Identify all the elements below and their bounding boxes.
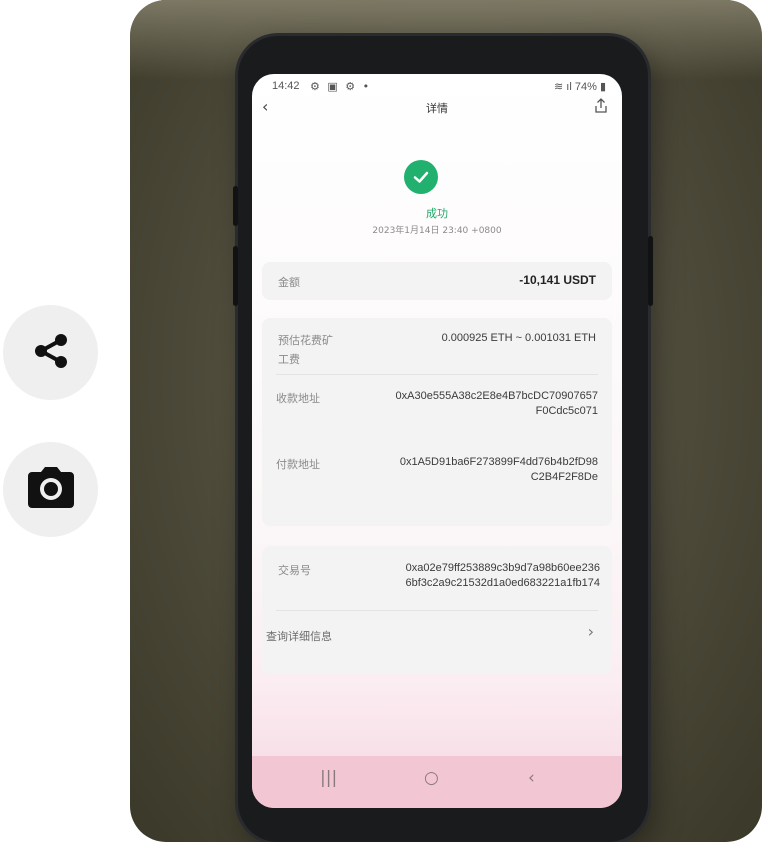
recents-button[interactable]: ||| bbox=[320, 768, 337, 788]
fee-label-line2: 工费 bbox=[278, 353, 300, 366]
header-bar: ‹ 详情 bbox=[252, 96, 622, 122]
share-button[interactable] bbox=[3, 305, 98, 400]
amount-label: 金额 bbox=[278, 276, 300, 289]
share-icon bbox=[30, 330, 72, 376]
fee-value: 0.000925 ETH ~ 0.001031 ETH bbox=[441, 332, 596, 344]
to-address-line2: F0Cdc5c071 bbox=[535, 405, 598, 417]
phone-device: 14:42 ⚙ ▣ ⚙ • ≋ ıl 74% ▮ ‹ 详情 成功 2023年1月… bbox=[233, 36, 653, 842]
camera-button[interactable] bbox=[3, 442, 98, 537]
status-icons: ⚙ ▣ ⚙ • bbox=[310, 80, 372, 93]
amount-value: -10,141 USDT bbox=[519, 273, 596, 287]
details-link-label: 查询详细信息 bbox=[266, 630, 332, 643]
home-button[interactable]: ○ bbox=[424, 768, 439, 788]
transaction-card: 交易号 0xa02e79ff253889c3b9d7a98b60ee236 6b… bbox=[262, 546, 612, 674]
to-address-line1: 0xA30e555A38c2E8e4B7bcDC70907657 bbox=[395, 390, 598, 402]
system-nav-bar: ||| ○ ‹ bbox=[252, 756, 622, 808]
nav-back-button[interactable]: ‹ bbox=[528, 768, 535, 788]
from-address-label: 付款地址 bbox=[276, 458, 320, 471]
amount-card: 金额 -10,141 USDT bbox=[262, 262, 612, 300]
status-bar: 14:42 ⚙ ▣ ⚙ • ≋ ıl 74% ▮ bbox=[252, 74, 622, 96]
page-title: 详情 bbox=[426, 102, 448, 115]
signal-icon: ≋ ıl bbox=[554, 81, 575, 93]
to-address-label: 收款地址 bbox=[276, 392, 320, 405]
photo: 14:42 ⚙ ▣ ⚙ • ≋ ıl 74% ▮ ‹ 详情 成功 2023年1月… bbox=[130, 0, 762, 842]
from-address-line2: C2B4F2F8De bbox=[530, 471, 598, 483]
phone-screen: 14:42 ⚙ ▣ ⚙ • ≋ ıl 74% ▮ ‹ 详情 成功 2023年1月… bbox=[252, 74, 622, 808]
success-check-icon bbox=[404, 160, 438, 194]
battery-level: ≋ ıl 74% ▮ bbox=[554, 81, 606, 93]
fee-address-card: 预估花费矿 工费 0.000925 ETH ~ 0.001031 ETH 收款地… bbox=[262, 318, 612, 526]
transaction-datetime: 2023年1月14日 23:40 +0800 bbox=[372, 226, 502, 236]
export-icon[interactable] bbox=[594, 98, 608, 118]
tx-label: 交易号 bbox=[278, 564, 311, 577]
camera-icon bbox=[26, 466, 76, 514]
status-time: 14:42 bbox=[272, 80, 300, 92]
tx-hash-line1[interactable]: 0xa02e79ff253889c3b9d7a98b60ee236 bbox=[406, 562, 600, 574]
details-link[interactable]: 查询详细信息 › bbox=[262, 610, 612, 674]
fee-label-line1: 预估花费矿 bbox=[278, 334, 333, 347]
tx-hash-line2[interactable]: 6bf3c2a9c21532d1a0ed683221a1fb174 bbox=[405, 577, 600, 589]
from-address-line1: 0x1A5D91ba6F273899F4dd76b4b2fD98 bbox=[399, 456, 598, 468]
chevron-right-icon: › bbox=[587, 622, 594, 641]
status-label: 成功 bbox=[426, 207, 448, 220]
